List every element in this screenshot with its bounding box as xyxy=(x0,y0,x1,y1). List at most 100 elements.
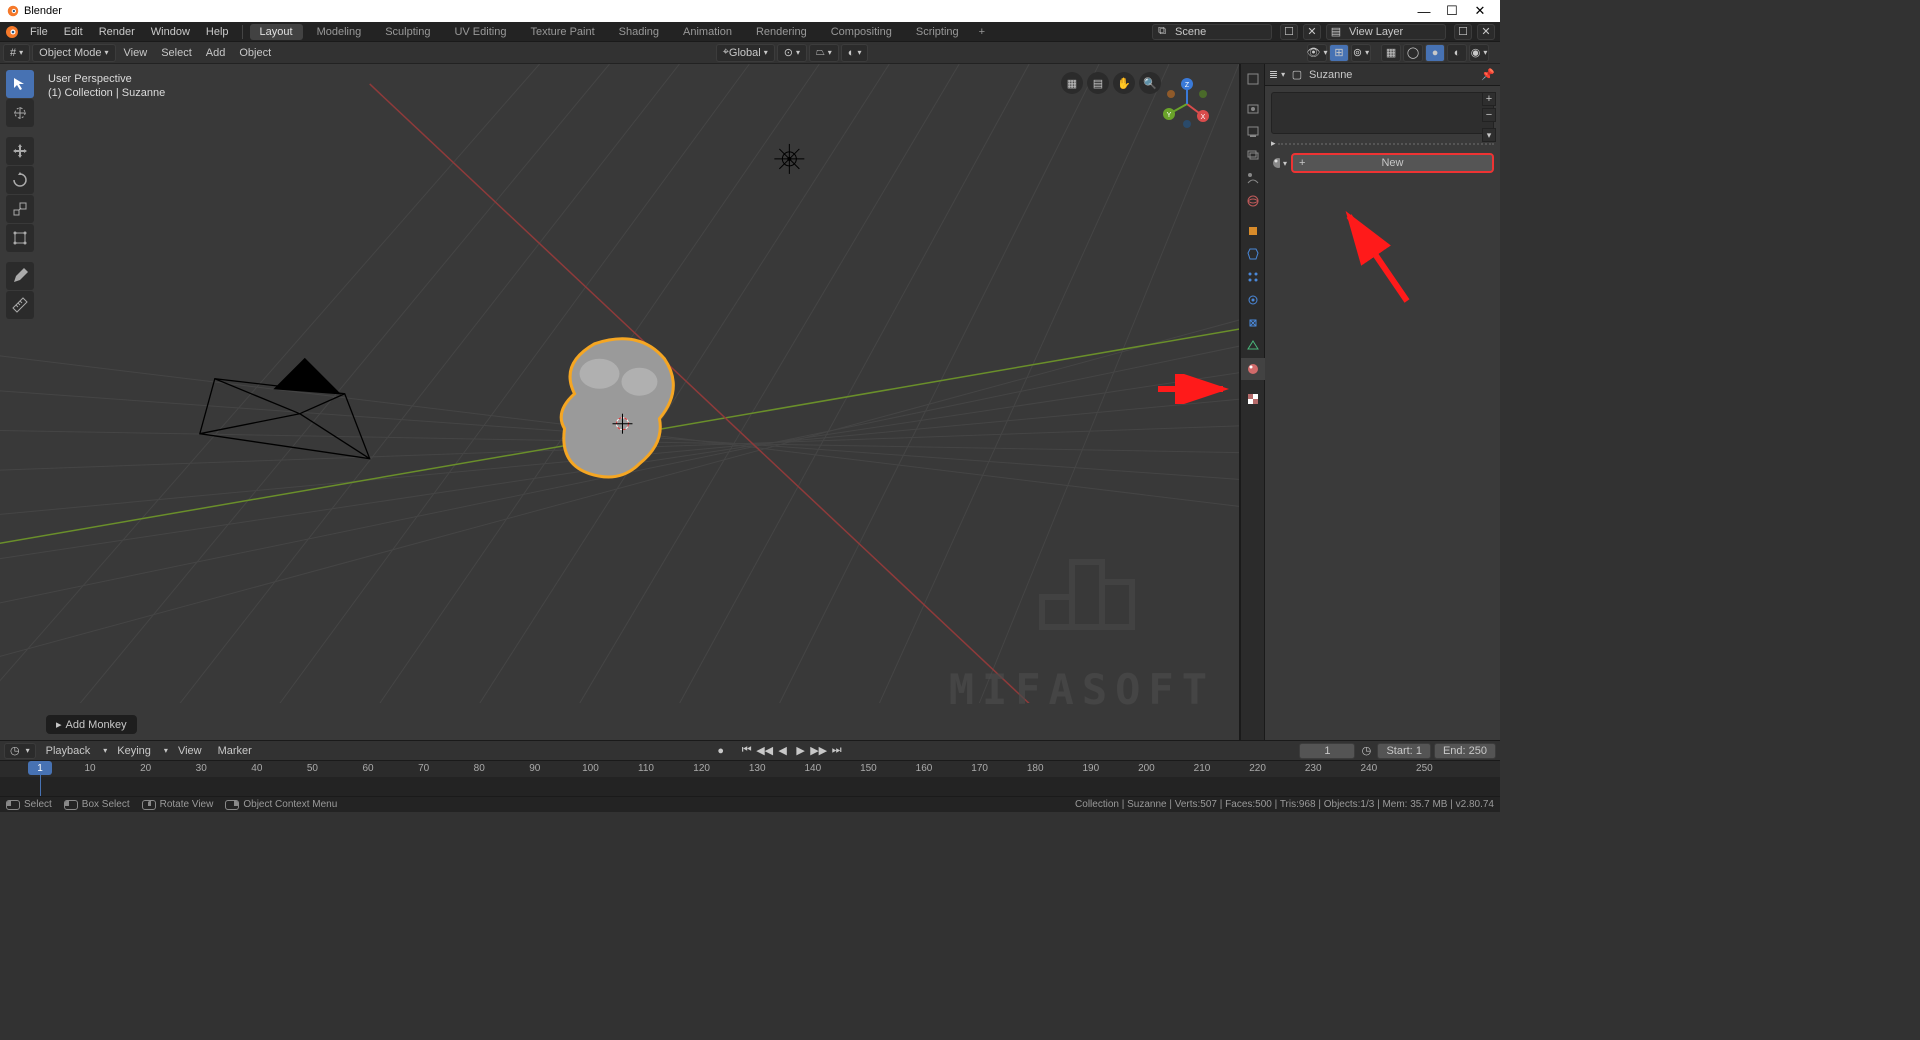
viewport-menu-add[interactable]: Add xyxy=(200,45,232,61)
workspace-tab-rendering[interactable]: Rendering xyxy=(746,24,817,40)
overlay-visibility-button[interactable]: 👁▾ xyxy=(1307,44,1327,62)
end-frame-field[interactable]: End: 250 xyxy=(1434,743,1496,759)
tab-tool[interactable] xyxy=(1241,68,1265,90)
navigation-gizmo[interactable]: X Y Z xyxy=(1159,76,1215,132)
timeline-menu-keying[interactable]: Keying xyxy=(111,744,157,758)
workspace-tab-layout[interactable]: Layout xyxy=(250,24,303,40)
toggle-ortho-button[interactable]: ▤ xyxy=(1087,72,1109,94)
autoanimation-button[interactable]: ● xyxy=(713,743,729,759)
toggle-camera-view-button[interactable]: ▦ xyxy=(1061,72,1083,94)
editor-type-dropdown[interactable]: #▾ xyxy=(3,44,30,62)
workspace-tab-sculpting[interactable]: Sculpting xyxy=(375,24,440,40)
tab-viewlayer[interactable] xyxy=(1241,144,1265,166)
tab-particles[interactable] xyxy=(1241,266,1265,288)
xray-toggle-button[interactable]: ▦ xyxy=(1381,44,1401,62)
tab-material[interactable] xyxy=(1241,358,1265,380)
timeline-menu-view[interactable]: View xyxy=(172,744,208,758)
propedit-dropdown[interactable]: ◐▾ xyxy=(841,44,869,62)
play-reverse-button[interactable]: ◀ xyxy=(775,743,791,759)
shading-solid-button[interactable]: ● xyxy=(1425,44,1445,62)
jump-start-button[interactable]: ⏮ xyxy=(739,743,755,759)
overlay-toggle-button[interactable]: ⊚▾ xyxy=(1351,44,1371,62)
close-button[interactable]: ✕ xyxy=(1466,3,1494,19)
material-new-button[interactable]: + New xyxy=(1291,153,1494,173)
editor-type-icon[interactable]: ≣▾ xyxy=(1269,67,1285,83)
gizmo-toggle-button[interactable]: ⊞ xyxy=(1329,44,1349,62)
last-operation-panel[interactable]: ▸ Add Monkey xyxy=(46,715,137,734)
pin-icon[interactable]: 📌 xyxy=(1480,67,1496,83)
workspace-tab-shading[interactable]: Shading xyxy=(609,24,669,40)
timeline-track[interactable]: 1020304050607080901001101201301401501601… xyxy=(0,761,1500,796)
tool-annotate[interactable] xyxy=(6,262,34,290)
minimize-button[interactable]: — xyxy=(1410,4,1438,19)
jump-end-button[interactable]: ⏭ xyxy=(829,743,845,759)
keyframe-prev-button[interactable]: ◀◀ xyxy=(757,743,773,759)
menu-window[interactable]: Window xyxy=(145,24,196,40)
viewlayer-name[interactable]: View Layer xyxy=(1345,26,1445,38)
material-slot-remove-button[interactable]: − xyxy=(1482,108,1496,122)
tab-texture[interactable] xyxy=(1241,388,1265,410)
viewport-menu-object[interactable]: Object xyxy=(233,45,277,61)
orientation-dropdown[interactable]: ⌖ Global▾ xyxy=(716,44,775,62)
keyframe-next-button[interactable]: ▶▶ xyxy=(811,743,827,759)
shading-rendered-button[interactable]: ◉▾ xyxy=(1469,44,1489,62)
viewport-menu-view[interactable]: View xyxy=(118,45,154,61)
menu-edit[interactable]: Edit xyxy=(58,24,89,40)
pivot-dropdown[interactable]: ⊙▾ xyxy=(777,44,807,62)
scene-delete-button[interactable]: ✕ xyxy=(1303,24,1321,40)
workspace-tab-modeling[interactable]: Modeling xyxy=(307,24,372,40)
maximize-button[interactable]: ☐ xyxy=(1438,3,1466,19)
viewlayer-delete-button[interactable]: ✕ xyxy=(1477,24,1495,40)
tab-output[interactable] xyxy=(1241,121,1265,143)
tab-render[interactable] xyxy=(1241,98,1265,120)
viewport-menu-select[interactable]: Select xyxy=(155,45,198,61)
tool-scale[interactable] xyxy=(6,195,34,223)
play-button[interactable]: ▶ xyxy=(793,743,809,759)
workspace-tab-animation[interactable]: Animation xyxy=(673,24,742,40)
tool-transform[interactable] xyxy=(6,224,34,252)
menu-help[interactable]: Help xyxy=(200,24,235,40)
tool-move[interactable] xyxy=(6,137,34,165)
timeline-menu-marker[interactable]: Marker xyxy=(212,744,258,758)
menu-render[interactable]: Render xyxy=(93,24,141,40)
workspace-tab-uv[interactable]: UV Editing xyxy=(444,24,516,40)
tool-rotate[interactable] xyxy=(6,166,34,194)
scene-selector[interactable]: ⧉ Scene xyxy=(1152,24,1272,40)
workspace-add-button[interactable]: + xyxy=(973,24,991,40)
mode-dropdown[interactable]: Object Mode▾ xyxy=(32,44,115,62)
scene-new-button[interactable]: ☐ xyxy=(1280,24,1298,40)
pan-view-button[interactable]: ✋ xyxy=(1113,72,1135,94)
material-slot-add-button[interactable]: + xyxy=(1482,92,1496,106)
workspace-tab-texpaint[interactable]: Texture Paint xyxy=(520,24,604,40)
viewlayer-selector[interactable]: ▤ View Layer xyxy=(1326,24,1446,40)
tab-constraints[interactable] xyxy=(1241,312,1265,334)
timeline-menu-playback[interactable]: Playback xyxy=(40,744,97,758)
start-frame-field[interactable]: Start: 1 xyxy=(1377,743,1430,759)
tab-object[interactable] xyxy=(1241,220,1265,242)
viewport-header: #▾ Object Mode▾ View Select Add Object ⌖… xyxy=(0,42,1500,64)
menu-file[interactable]: File xyxy=(24,24,54,40)
tab-world[interactable] xyxy=(1241,190,1265,212)
viewlayer-new-button[interactable]: ☐ xyxy=(1454,24,1472,40)
tool-select-box[interactable] xyxy=(6,70,34,98)
tab-objdata[interactable] xyxy=(1241,335,1265,357)
tool-measure[interactable] xyxy=(6,291,34,319)
material-browse-icon[interactable]: ▾ xyxy=(1271,155,1287,171)
timeline-playhead[interactable]: 1 xyxy=(28,761,52,775)
shading-lookdev-button[interactable]: ◐ xyxy=(1447,44,1467,62)
tab-modifiers[interactable] xyxy=(1241,243,1265,265)
viewport-3d[interactable]: User Perspective (1) Collection | Suzann… xyxy=(0,64,1240,740)
tool-cursor[interactable] xyxy=(6,99,34,127)
tab-physics[interactable] xyxy=(1241,289,1265,311)
scene-name[interactable]: Scene xyxy=(1171,26,1271,38)
workspace-tab-scripting[interactable]: Scripting xyxy=(906,24,969,40)
workspace-tab-compositing[interactable]: Compositing xyxy=(821,24,902,40)
snap-dropdown[interactable]: ⏢▾ xyxy=(809,44,839,62)
shading-wireframe-button[interactable]: ◯ xyxy=(1403,44,1423,62)
material-slot-specials-button[interactable]: ▾ xyxy=(1482,128,1496,142)
tab-scene[interactable] xyxy=(1241,167,1265,189)
zoom-view-button[interactable]: 🔍 xyxy=(1139,72,1161,94)
timeline-editor-type-dropdown[interactable]: ◷▾ xyxy=(4,743,36,759)
current-frame-field[interactable]: 1 xyxy=(1299,743,1355,759)
material-slot-list[interactable] xyxy=(1271,92,1494,134)
